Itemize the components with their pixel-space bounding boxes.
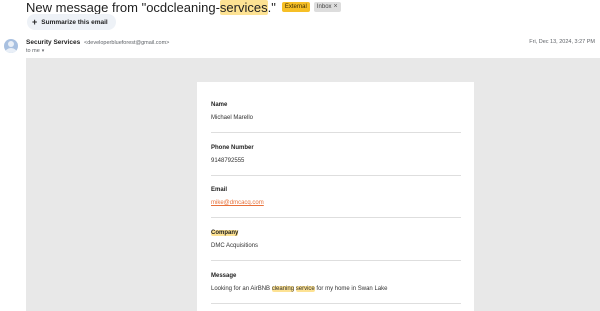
field-value: DMC Acquisitions [211,243,259,249]
field-label: Company [211,230,461,236]
form-card: Name Michael Marello Phone Number 914879… [197,82,474,311]
field-value: Looking for an AirBNB cleaning service f… [211,286,388,292]
divider [211,260,461,261]
plus-icon: + [32,16,38,27]
field-label: Phone Number [211,145,254,151]
chevron-down-icon[interactable]: ▾ [42,48,45,54]
text-highlight: cleaning [271,286,295,292]
recipient-text: to me [26,48,40,54]
label-highlight: Company [211,230,239,236]
sender-email: <developerblueforest@gmail.com> [84,40,170,46]
field-email: Email mike@dmcacq.com [211,187,461,218]
sender-line: Security Services <developerblueforest@g… [26,39,169,46]
text-highlight: service [295,286,315,292]
divider [211,175,461,176]
recipient-details[interactable]: to me ▾ [26,48,44,54]
field-phone: Phone Number 9148792555 [211,145,461,176]
field-name: Name Michael Marello [211,102,461,133]
field-message: Message Looking for an AirBNB cleaning s… [211,273,461,304]
sender-name[interactable]: Security Services [26,39,80,46]
inbox-label[interactable]: Inbox × [313,2,341,12]
subject-highlight: services [219,0,268,15]
avatar-head-icon [8,41,14,47]
field-value: Michael Marello [211,115,254,121]
field-label: Email [211,187,228,193]
field-value: 9148792555 [211,158,245,164]
field-label: Name [211,102,228,108]
divider [211,132,461,133]
summarize-email-button[interactable]: + Summarize this email [27,14,116,30]
avatar-body-icon [5,48,17,53]
avatar[interactable] [4,39,18,53]
divider [211,217,461,218]
email-link[interactable]: mike@dmcacq.com [211,200,461,206]
subject-text: New message from "ocdcleaning-services." [26,0,276,15]
divider [211,303,461,304]
summarize-label: Summarize this email [41,18,108,26]
field-company: Company DMC Acquisitions [211,230,461,261]
email-date: Fri, Dec 13, 2024, 3:27 PM [529,39,595,45]
remove-label-icon[interactable]: × [334,3,338,11]
external-label: External [281,2,310,12]
field-label: Message [211,273,237,279]
email-subject: New message from "ocdcleaning-services."… [26,0,341,15]
